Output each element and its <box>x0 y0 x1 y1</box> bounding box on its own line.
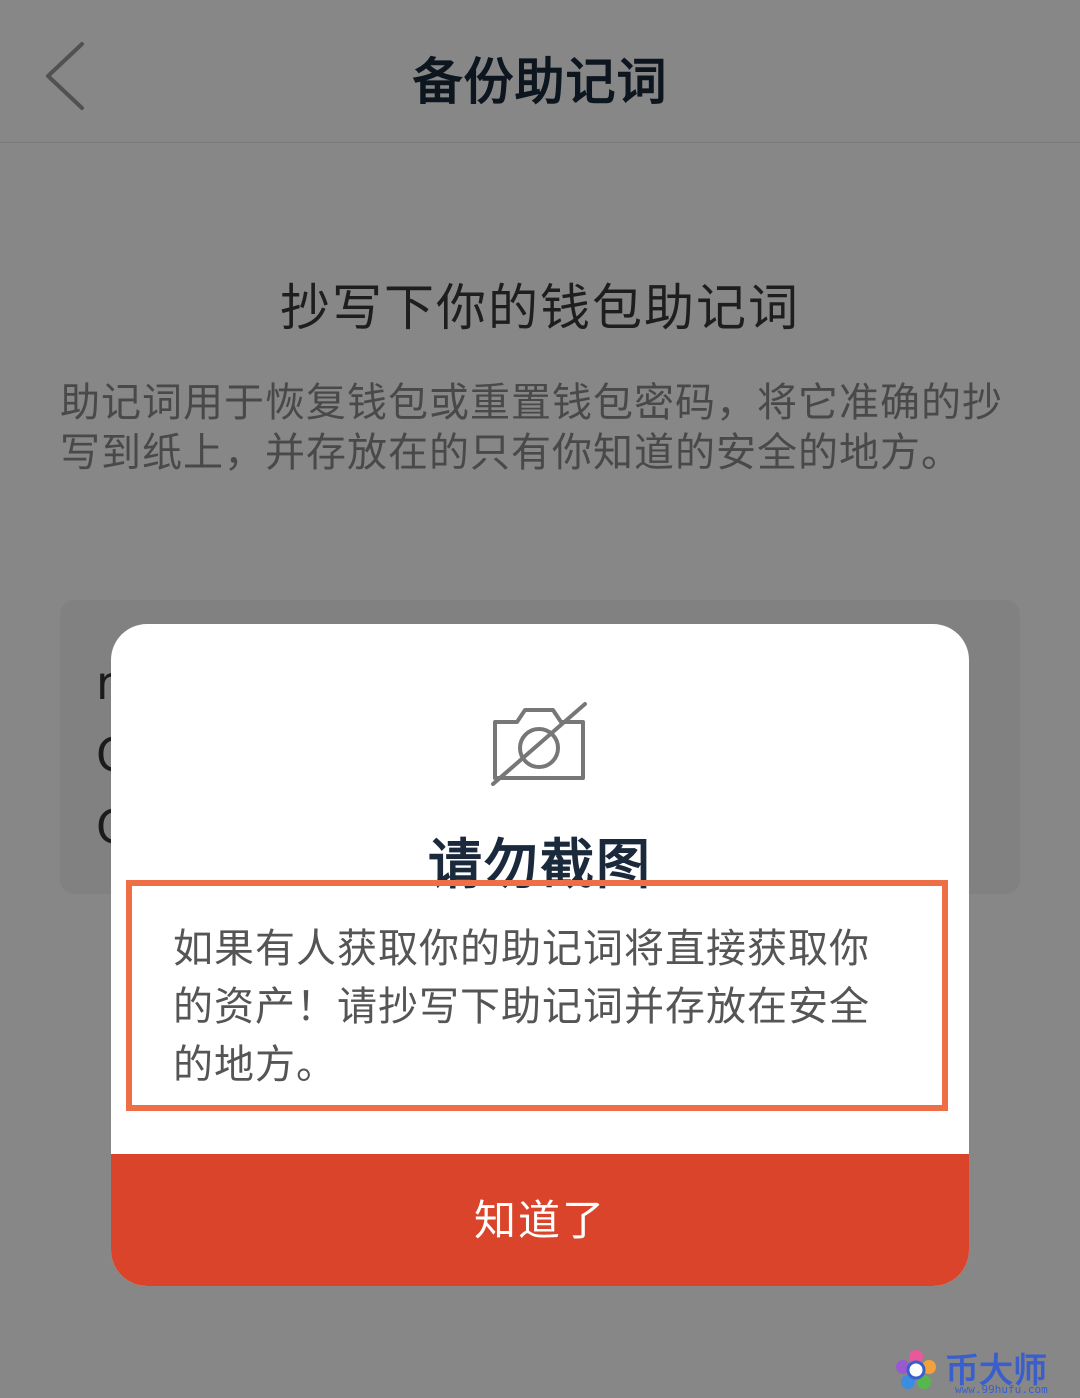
watermark: 币大师 www.99hufu.com <box>893 1345 1073 1397</box>
no-screenshot-dialog: 请勿截图 如果有人获取你的助记词将直接获取你的资产！请抄写下助记词并存放在安全的… <box>111 624 969 1286</box>
brand-logo-icon <box>896 1350 936 1389</box>
watermark-url: www.99hufu.com <box>955 1383 1048 1396</box>
no-camera-icon <box>491 702 587 786</box>
highlight-frame <box>126 880 948 1111</box>
got-it-button[interactable]: 知道了 <box>111 1154 969 1286</box>
